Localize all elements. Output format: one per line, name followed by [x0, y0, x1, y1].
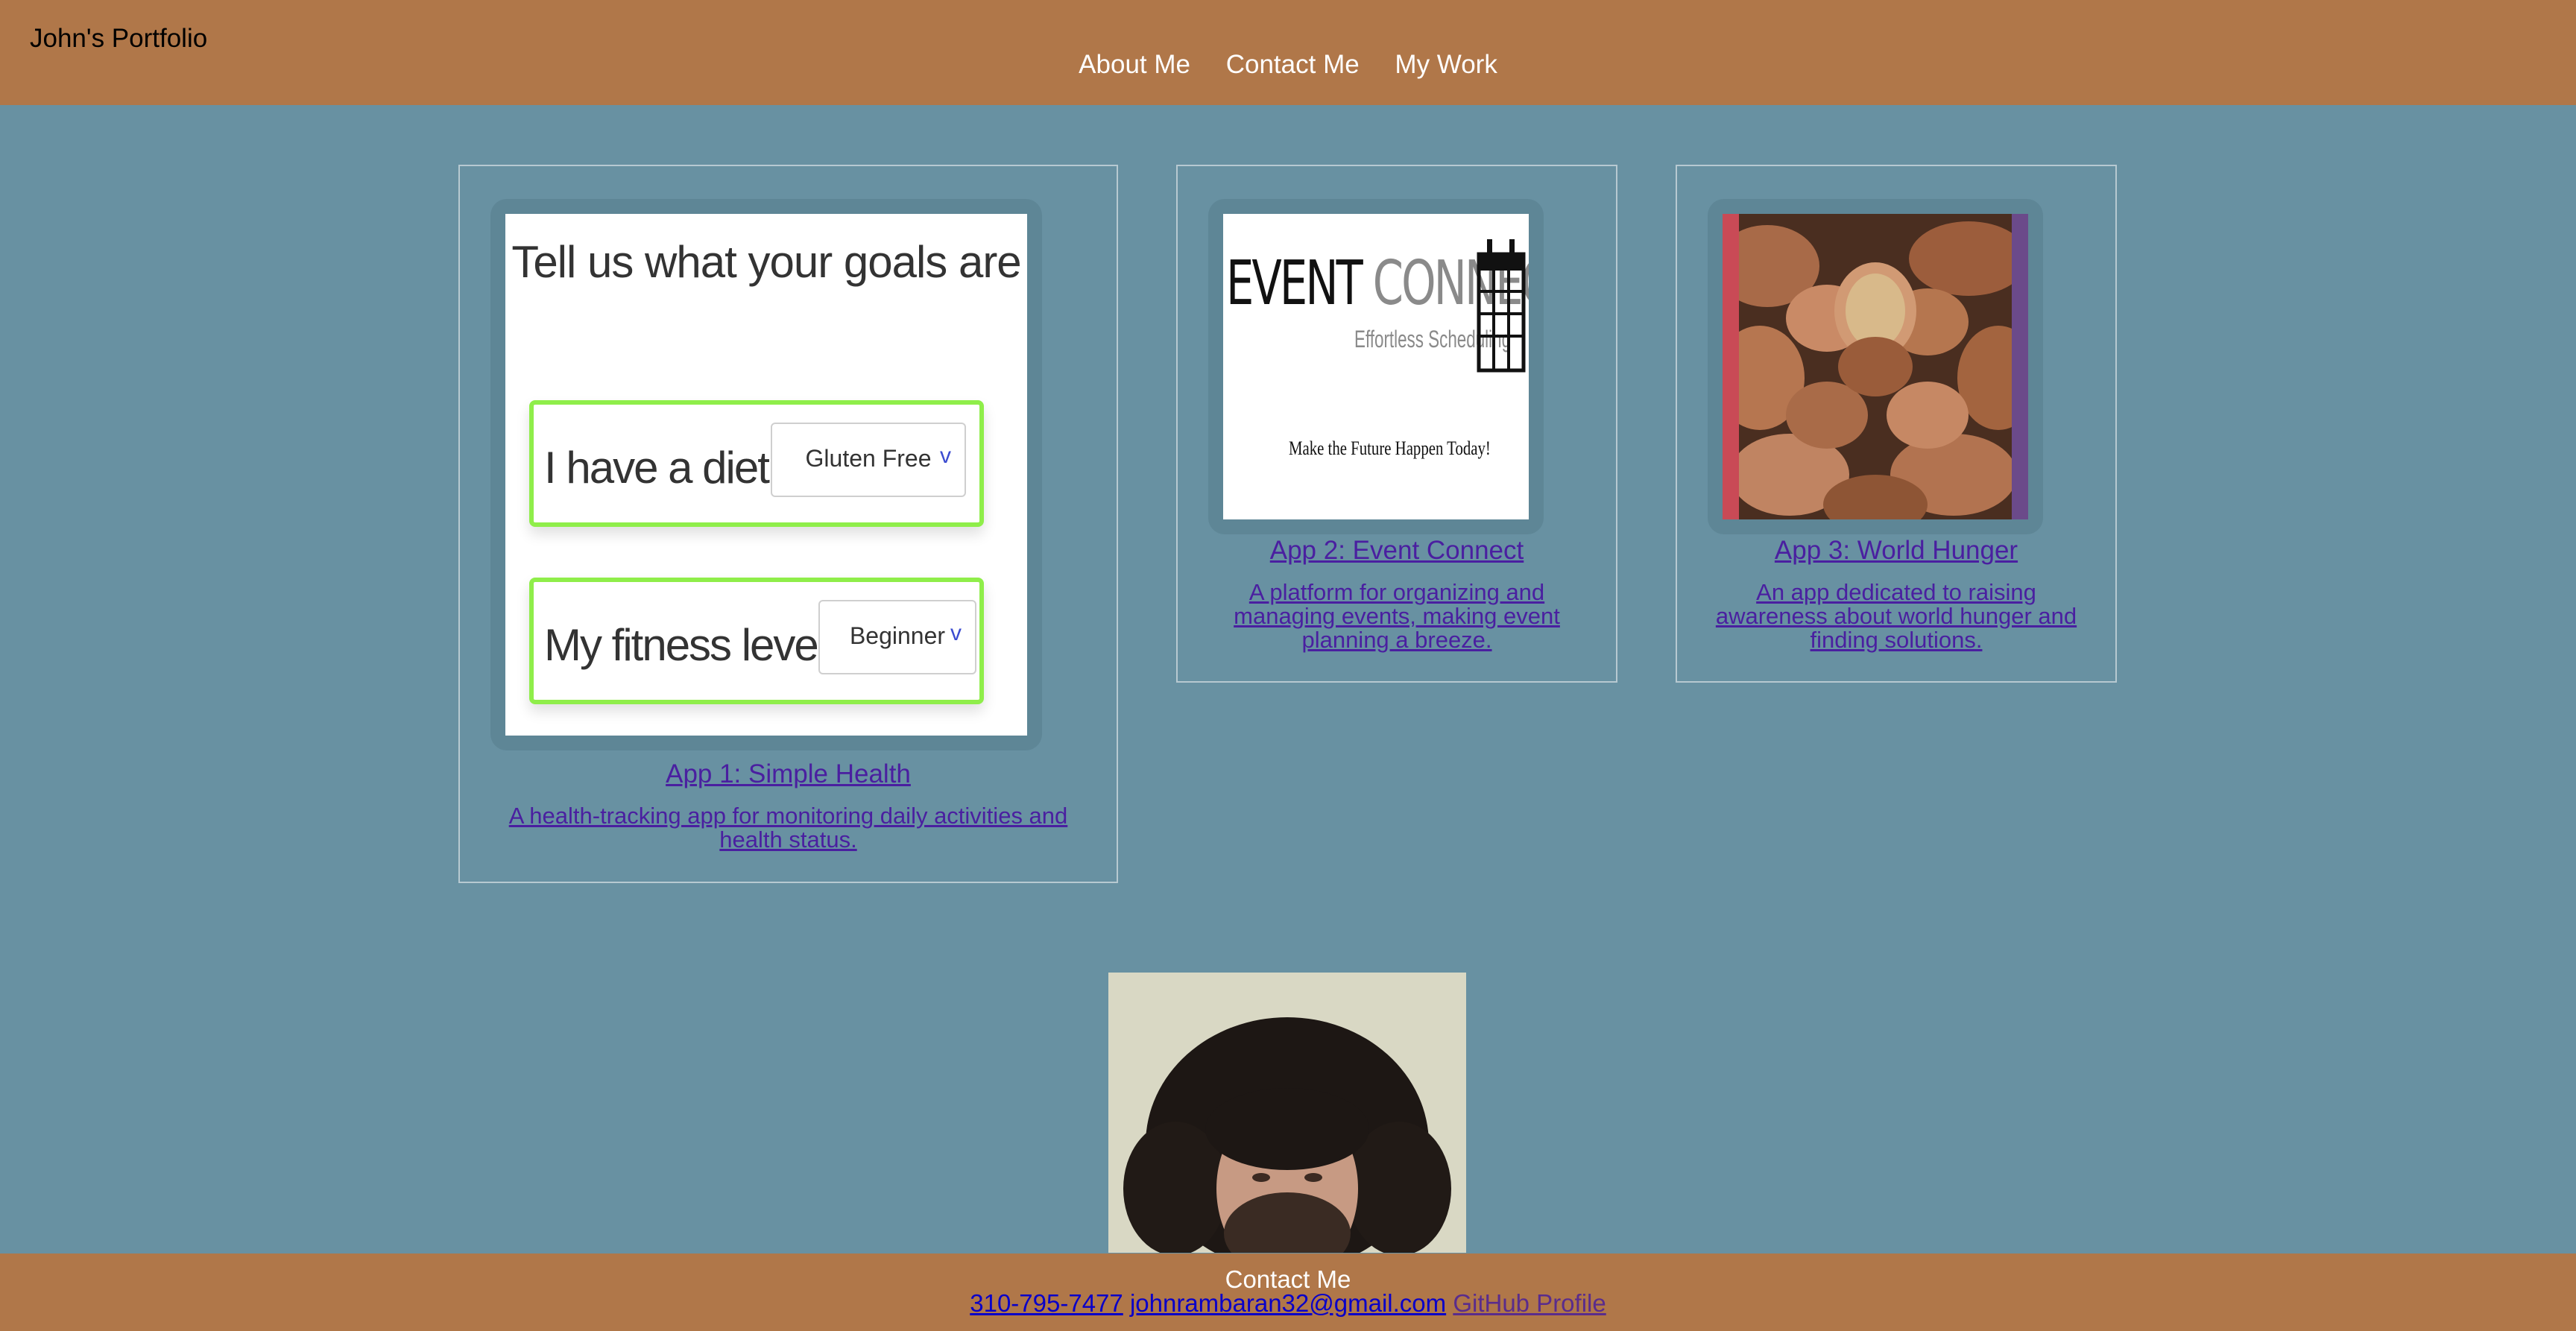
project-title-link[interactable]: App 1: Simple Health	[460, 759, 1117, 789]
chevron-down-icon: v	[950, 621, 962, 645]
nav-my-work[interactable]: My Work	[1395, 50, 1497, 79]
chevron-down-icon: v	[940, 443, 951, 468]
nav-about-me[interactable]: About Me	[1079, 50, 1190, 79]
profile-photo-illustration	[1108, 973, 1466, 1253]
phone-link[interactable]: 310-795-7477	[970, 1289, 1123, 1317]
fitness-select-value: Beginner	[849, 622, 946, 649]
simple-health-screenshot: Tell us what your goals are I have a die…	[505, 214, 1027, 736]
project-card-event-connect: EVENT CONNECT Effortless Scheduling Make…	[1176, 165, 1617, 683]
fitness-row: My fitness level is: Beginner v	[529, 578, 984, 704]
project-thumbnail-frame[interactable]: Tell us what your goals are I have a die…	[490, 199, 1042, 750]
fitness-select: Beginner v	[818, 600, 976, 674]
logo-motto: Make the Future Happen Today!	[1289, 437, 1491, 459]
thumbnail-heading: Tell us what your goals are	[511, 237, 1021, 287]
project-description-link[interactable]: A health-tracking app for monitoring dai…	[490, 804, 1087, 852]
site-header: John's Portfolio About Me Contact Me My …	[0, 0, 2576, 105]
calendar-icon	[1477, 239, 1526, 373]
project-card-world-hunger: App 3: World Hunger An app dedicated to …	[1676, 165, 2117, 683]
site-footer: Contact Me 310-795-7477 johnrambaran32@g…	[0, 1253, 2576, 1331]
world-hunger-photo	[1723, 214, 2028, 519]
portfolio-page: John's Portfolio About Me Contact Me My …	[0, 0, 2576, 1331]
event-connect-logo-image: EVENT CONNECT Effortless Scheduling Make…	[1223, 214, 1529, 519]
nav-contact-me[interactable]: Contact Me	[1226, 50, 1360, 79]
project-description-link[interactable]: An app dedicated to raising awareness ab…	[1703, 581, 2089, 652]
diet-select: Gluten Free v	[771, 423, 966, 497]
diet-row: I have a diet of: Gluten Free v	[529, 400, 984, 527]
hands-photo-illustration	[1723, 214, 2028, 519]
email-link[interactable]: johnrambaran32@gmail.com	[1130, 1289, 1446, 1317]
main-nav: About Me Contact Me My Work	[0, 50, 2576, 80]
profile-photo	[1108, 973, 1466, 1253]
project-card-simple-health: Tell us what your goals are I have a die…	[458, 165, 1118, 883]
project-title-link[interactable]: App 2: Event Connect	[1178, 536, 1616, 566]
diet-select-value: Gluten Free	[805, 445, 932, 472]
project-description-link[interactable]: A platform for organizing and managing e…	[1219, 581, 1575, 652]
project-title-link[interactable]: App 3: World Hunger	[1677, 536, 2115, 566]
github-profile-link[interactable]: GitHub Profile	[1453, 1289, 1606, 1317]
site-brand: John's Portfolio	[30, 24, 208, 53]
project-thumbnail-frame[interactable]	[1708, 199, 2043, 534]
project-thumbnail-frame[interactable]: EVENT CONNECT Effortless Scheduling Make…	[1208, 199, 1544, 534]
logo-word-event: EVENT	[1226, 248, 1363, 319]
footer-contact-links: 310-795-7477 johnrambaran32@gmail.com Gi…	[0, 1289, 2576, 1318]
